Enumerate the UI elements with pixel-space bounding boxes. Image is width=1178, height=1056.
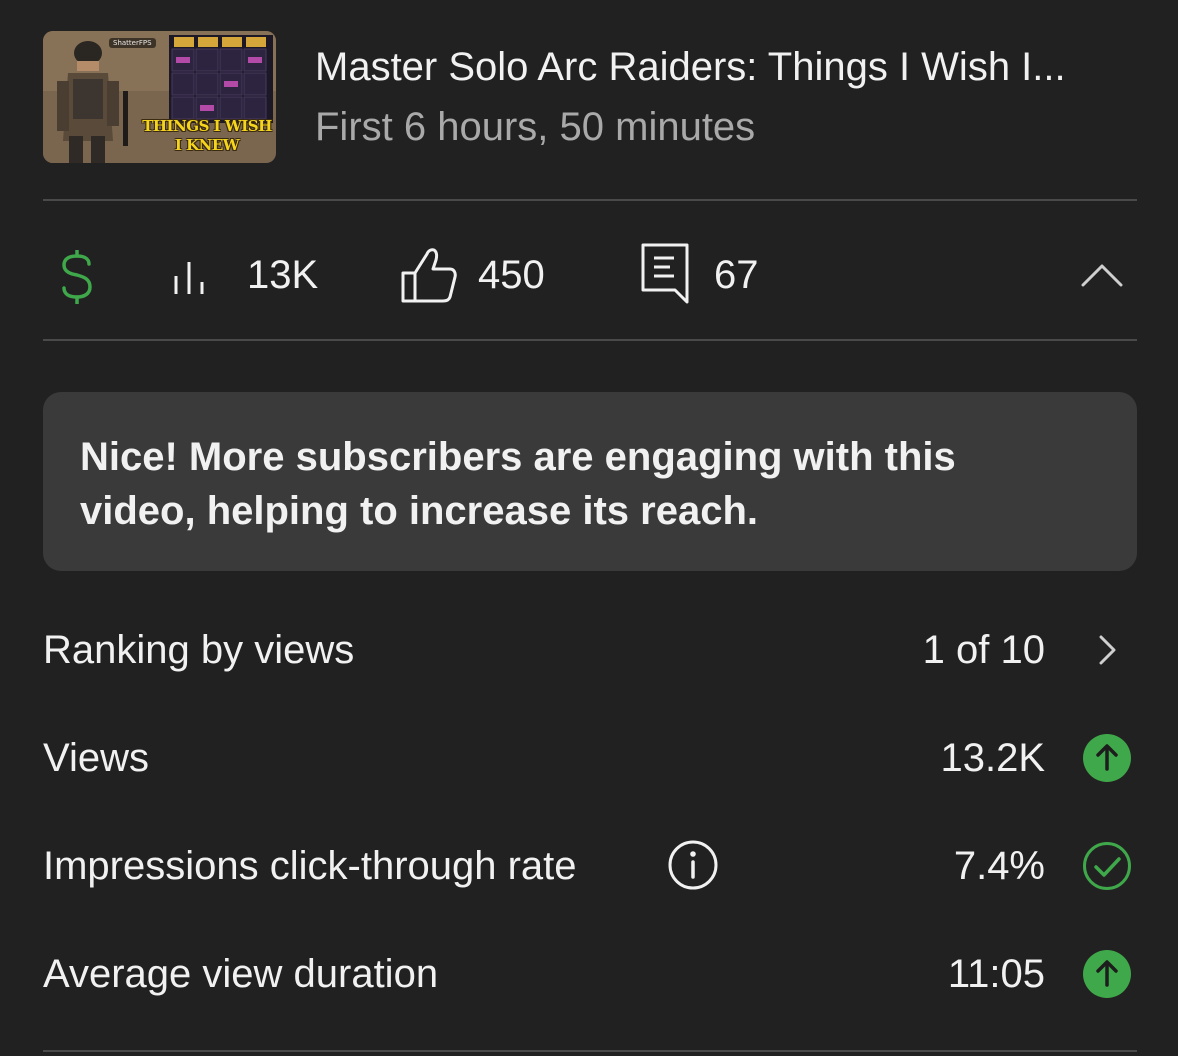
divider-stats xyxy=(43,339,1137,341)
metric-value: 1 of 10 xyxy=(922,628,1045,672)
stats-row: 13K 450 67 xyxy=(43,242,1137,310)
thumbnail-caption-line2: I KNEW xyxy=(174,136,240,154)
comment-icon[interactable] xyxy=(640,242,692,304)
metric-label: Average view duration xyxy=(43,952,439,996)
video-header[interactable]: ShatterFPS THINGS I WISH I KNEW Master S… xyxy=(43,31,1137,163)
views-count: 13K xyxy=(247,253,319,297)
divider-bottom xyxy=(43,1050,1137,1052)
insight-banner: Nice! More subscribers are engaging with… xyxy=(43,392,1137,571)
thumbnail-caption: THINGS I WISH I KNEW xyxy=(139,117,275,155)
chevron-right-icon[interactable] xyxy=(1082,625,1132,675)
arrow-up-circle-icon xyxy=(1083,950,1131,998)
video-thumbnail[interactable]: ShatterFPS THINGS I WISH I KNEW xyxy=(43,31,276,163)
video-title[interactable]: Master Solo Arc Raiders: Things I Wish I… xyxy=(315,43,1135,91)
metric-row-ranking[interactable]: Ranking by views 1 of 10 xyxy=(43,616,1137,686)
metric-value: 13.2K xyxy=(940,736,1045,780)
metric-row-avg-duration[interactable]: Average view duration 11:05 xyxy=(43,940,1137,1010)
likes-count: 450 xyxy=(478,253,545,297)
metric-row-ctr[interactable]: Impressions click-through rate 7.4% xyxy=(43,832,1137,902)
info-icon[interactable] xyxy=(667,839,719,891)
thumbnail-caption-line1: THINGS I WISH xyxy=(142,117,272,135)
arrow-up-circle-icon xyxy=(1083,734,1131,782)
metric-label: Impressions click-through rate xyxy=(43,844,577,888)
bar-chart-icon xyxy=(174,262,204,294)
channel-badge: ShatterFPS xyxy=(109,38,156,48)
insight-text: Nice! More subscribers are engaging with… xyxy=(80,435,956,533)
comments-count: 67 xyxy=(714,253,759,297)
metric-row-views[interactable]: Views 13.2K xyxy=(43,724,1137,794)
dollar-icon[interactable] xyxy=(59,250,95,304)
metric-value: 11:05 xyxy=(947,952,1045,996)
metric-label: Views xyxy=(43,736,149,780)
metric-value: 7.4% xyxy=(953,844,1045,888)
metric-label: Ranking by views xyxy=(43,628,355,672)
time-period: First 6 hours, 50 minutes xyxy=(315,105,756,149)
analytics-screen: ShatterFPS THINGS I WISH I KNEW Master S… xyxy=(0,0,1178,1056)
divider-top xyxy=(43,199,1137,201)
thumbs-up-icon[interactable] xyxy=(400,246,458,304)
check-circle-icon xyxy=(1083,842,1131,890)
chevron-up-icon[interactable] xyxy=(1081,262,1123,288)
